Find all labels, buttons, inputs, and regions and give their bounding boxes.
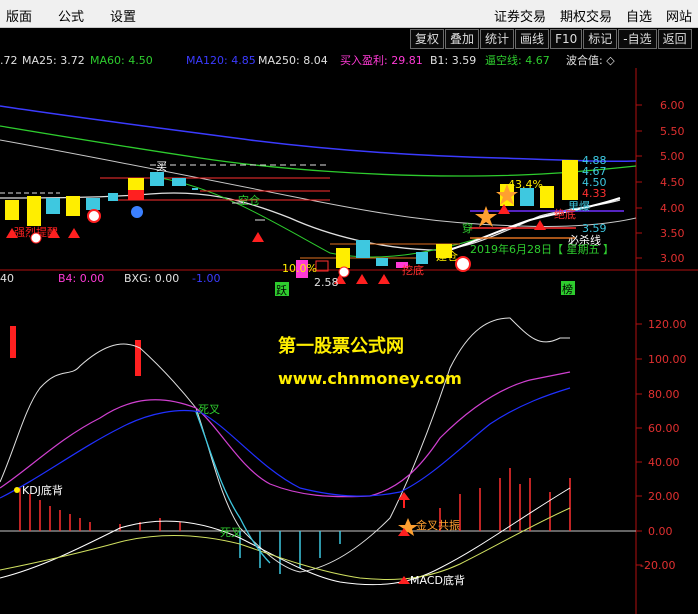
back-button[interactable]: 返回 <box>657 29 692 49</box>
remove-watchlist-button[interactable]: -自选 <box>618 29 657 49</box>
indicator-axis: 120.00 100.00 80.00 60.00 40.00 20.00 0.… <box>636 318 687 572</box>
price-tick-4.5: 4.50 <box>660 176 685 189</box>
ind-legend-b4: B4: 0.00 <box>58 272 104 285</box>
watermark-title: 第一股票公式网 <box>278 335 404 357</box>
annotation-build-position: 建仓 <box>436 249 458 263</box>
chart-canvas[interactable]: .72 MA25: 3.72 MA60: 4.50 MA120: 4.85 MA… <box>0 48 698 614</box>
price-tick-4: 4.00 <box>660 202 685 215</box>
menu-securities-trade[interactable]: 证券交易 <box>494 6 546 25</box>
ma-legend-bikong: 逼空线: 4.67 <box>485 53 550 67</box>
price-tick-5.5: 5.50 <box>660 125 685 138</box>
ma-thin-green <box>159 177 481 258</box>
price-label-4.33: 4.33 <box>582 187 607 200</box>
indicator-legend: 40 B4: 0.00 BXG: 0.00 -1.00 <box>0 272 220 285</box>
ind-tick-0: 0.00 <box>648 525 673 538</box>
annotation-empty-position: 空仓 <box>238 193 260 207</box>
d-line <box>0 371 571 498</box>
draw-line-button[interactable]: 画线 <box>515 29 550 49</box>
watermark: 第一股票公式网 www.chnmoney.com <box>278 335 462 388</box>
ind-dead-cross-1: 死叉 <box>198 403 220 416</box>
price-tick-3: 3.00 <box>660 252 685 265</box>
ma-legend-b1: B1: 3.59 <box>430 54 476 67</box>
price-tick-5: 5.00 <box>660 150 685 163</box>
price-tick-6: 6.00 <box>660 99 685 112</box>
ind-legend-neg1: -1.00 <box>192 272 220 285</box>
signal-line <box>0 507 571 580</box>
indicator-annotations: 死叉 死叉 KDJ底背 金叉共振 MACD底背 <box>14 403 465 587</box>
annotation-tail: 榜 <box>562 282 573 296</box>
annotation-dig-bottom: 挖底 <box>402 263 424 277</box>
annotation-low-price: 2.58 <box>314 276 339 289</box>
ind-golden-resonance: 金叉共振 <box>416 518 460 532</box>
overlay-button[interactable]: 叠加 <box>445 29 480 49</box>
ma-legend-ma250: MA250: 8.04 <box>258 54 328 67</box>
annotation-leap: 跃 <box>276 283 287 297</box>
ind-tick-120: 120.00 <box>648 318 687 331</box>
ind-tick-neg20: -20.00 <box>640 559 675 572</box>
menu-website[interactable]: 网站 <box>666 6 692 25</box>
histogram <box>19 468 571 574</box>
annotation-absolute-bottom: 绝底 <box>554 207 576 221</box>
annotation-buy: 买 <box>156 160 167 173</box>
ma-legend-wave: 波合值: ◇ <box>566 53 615 67</box>
price-tick-3.5: 3.50 <box>660 227 685 240</box>
ind-tick-40: 40.00 <box>648 456 680 469</box>
ind-tick-20: 20.00 <box>648 490 680 503</box>
price-labels: 4.88 4.67 4.50 4.33 3.59 <box>582 154 607 235</box>
ind-macd-bottom: MACD底背 <box>410 573 465 587</box>
ind-tick-80: 80.00 <box>648 388 680 401</box>
ind-tick-60: 60.00 <box>648 422 680 435</box>
j-line <box>0 387 571 499</box>
markers <box>30 184 518 278</box>
chart-toolbar: 复权 叠加 统计 画线 F10 标记 -自选 返回 <box>410 29 693 49</box>
ma-legend-ma120: MA120: 4.85 <box>186 54 256 67</box>
annotation-pct: 10.0% <box>282 262 317 275</box>
mark-button[interactable]: 标记 <box>583 29 618 49</box>
menu-layout[interactable]: 版面 <box>6 6 32 25</box>
menu-formula[interactable]: 公式 <box>58 6 84 25</box>
ma120-line <box>0 105 637 163</box>
price-axis: 6.00 5.50 5.00 4.50 4.00 3.50 3.00 <box>636 99 685 265</box>
menu-left-group: 版面 公式 设置 <box>6 6 162 25</box>
ma-legend: .72 MA25: 3.72 MA60: 4.50 MA120: 4.85 MA… <box>0 53 615 67</box>
cyan-line <box>195 411 271 564</box>
ind-dead-cross-2: 死叉 <box>220 526 242 539</box>
ind-kdj-bottom: KDJ底背 <box>22 483 63 497</box>
watermark-url: www.chnmoney.com <box>278 369 462 388</box>
f10-button[interactable]: F10 <box>550 29 583 49</box>
statistics-button[interactable]: 统计 <box>480 29 515 49</box>
ind-legend-0: 40 <box>0 272 14 285</box>
ma-legend-ma60: MA60: 4.50 <box>90 54 153 67</box>
annotation-pct2: 43.4% <box>508 178 543 191</box>
macd-line <box>0 487 571 586</box>
menu-right-group: 证券交易 期权交易 自选 网站 <box>480 6 692 25</box>
ma-legend-0: .72 <box>0 54 18 67</box>
restore-rights-button[interactable]: 复权 <box>410 29 445 49</box>
menu-options-trade[interactable]: 期权交易 <box>560 6 612 25</box>
menu-watchlist[interactable]: 自选 <box>626 6 652 25</box>
annotation-wear: 穿 <box>462 221 473 235</box>
price-label-3.59: 3.59 <box>582 222 607 235</box>
ma-legend-buy-profit: 买入盈利: 29.81 <box>340 54 423 67</box>
menu-bar: 版面 公式 设置 证券交易 期权交易 自选 网站 <box>0 0 698 28</box>
ind-legend-bxg: BXG: 0.00 <box>124 272 179 285</box>
annotation-date: 2019年6月28日【 星期五 】 <box>470 242 614 256</box>
menu-settings[interactable]: 设置 <box>110 6 136 25</box>
ind-tick-100: 100.00 <box>648 353 687 366</box>
ma60-line <box>0 125 637 177</box>
ma-legend-ma25: MA25: 3.72 <box>22 54 85 67</box>
